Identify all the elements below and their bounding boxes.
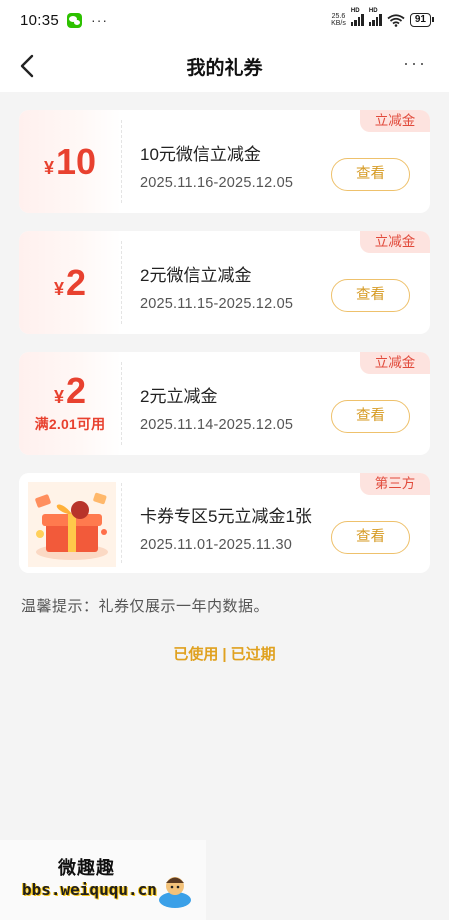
currency-symbol: ¥: [53, 387, 64, 407]
tip-text: 温馨提示：礼券仅展示一年内数据。: [21, 598, 270, 615]
coupon-amount-panel: ¥ 2 满2.01可用: [19, 352, 121, 455]
status-time: 10:35: [20, 11, 60, 29]
nav-header: 我的礼券 ···: [0, 40, 449, 92]
view-button[interactable]: 查看: [331, 400, 410, 433]
gift-box-image: [28, 482, 116, 567]
used-link[interactable]: 已使用: [173, 646, 218, 663]
back-arrow-icon[interactable]: [16, 52, 40, 80]
network-speed-value: 25.6: [331, 13, 346, 20]
coupon-amount-panel: ¥ 2: [19, 231, 121, 334]
signal-hd-label: HD: [350, 8, 360, 14]
coupon-condition: 满2.01可用: [34, 416, 106, 432]
coupon-amount: 2: [65, 370, 87, 411]
coupon-type-tag: 第三方: [360, 473, 430, 495]
coupon-list: ¥ 10 10元微信立减金 2025.11.16-2025.12.05 立减金 …: [0, 92, 449, 573]
currency-symbol: ¥: [53, 278, 64, 299]
coupon-image-panel: [19, 473, 121, 573]
view-button[interactable]: 查看: [331, 279, 410, 312]
watermark-title: 微趣趣: [58, 858, 115, 878]
coupon-type-tag: 立减金: [360, 231, 430, 253]
status-bar: 10:35 ··· 25.6 KB/s HD HD 91: [0, 0, 449, 40]
dashed-divider: [121, 241, 122, 324]
coupon-amount: 2: [65, 261, 87, 303]
network-speed-unit: KB/s: [331, 20, 346, 27]
coupon-card[interactable]: ¥ 2 满2.01可用 2元立减金 2025.11.14-2025.12.05 …: [19, 352, 430, 455]
coupon-amount: 10: [55, 140, 97, 182]
wechat-notification-icon: [67, 12, 83, 28]
network-speed: 25.6 KB/s: [331, 13, 346, 27]
battery-icon: 91: [409, 13, 435, 27]
coupon-type-tag: 立减金: [360, 352, 430, 374]
history-links: 已使用 | 已过期: [0, 643, 449, 664]
wifi-icon: [387, 13, 405, 27]
coupon-card[interactable]: ¥ 2 2元微信立减金 2025.11.15-2025.12.05 立减金 查看: [19, 231, 430, 334]
view-button[interactable]: 查看: [331, 521, 410, 554]
dashed-divider: [121, 362, 122, 445]
watermark: 微趣趣 bbs.weiququ.cn: [0, 840, 206, 920]
coupon-amount-panel: ¥ 10: [19, 110, 121, 213]
signal-hd-label-2: HD: [368, 8, 378, 14]
coupon-card[interactable]: 卡券专区5元立减金1张 2025.11.01-2025.11.30 第三方 查看: [19, 473, 430, 573]
coupon-card[interactable]: ¥ 10 10元微信立减金 2025.11.16-2025.12.05 立减金 …: [19, 110, 430, 213]
coupon-type-tag: 立减金: [360, 110, 430, 132]
more-options-icon[interactable]: ···: [403, 54, 427, 72]
mascot-icon: [159, 877, 191, 908]
dashed-divider: [121, 120, 122, 203]
currency-symbol: ¥: [43, 157, 54, 178]
dashed-divider: [121, 483, 122, 563]
signal-icon-2: HD: [368, 8, 382, 26]
link-separator: |: [222, 646, 227, 663]
watermark-url: bbs.weiququ.cn: [22, 880, 157, 899]
view-button[interactable]: 查看: [331, 158, 410, 191]
expired-link[interactable]: 已过期: [231, 646, 276, 663]
more-notifications-icon: ···: [91, 12, 109, 28]
signal-icon: HD: [350, 8, 364, 26]
page-title: 我的礼券: [186, 57, 263, 79]
